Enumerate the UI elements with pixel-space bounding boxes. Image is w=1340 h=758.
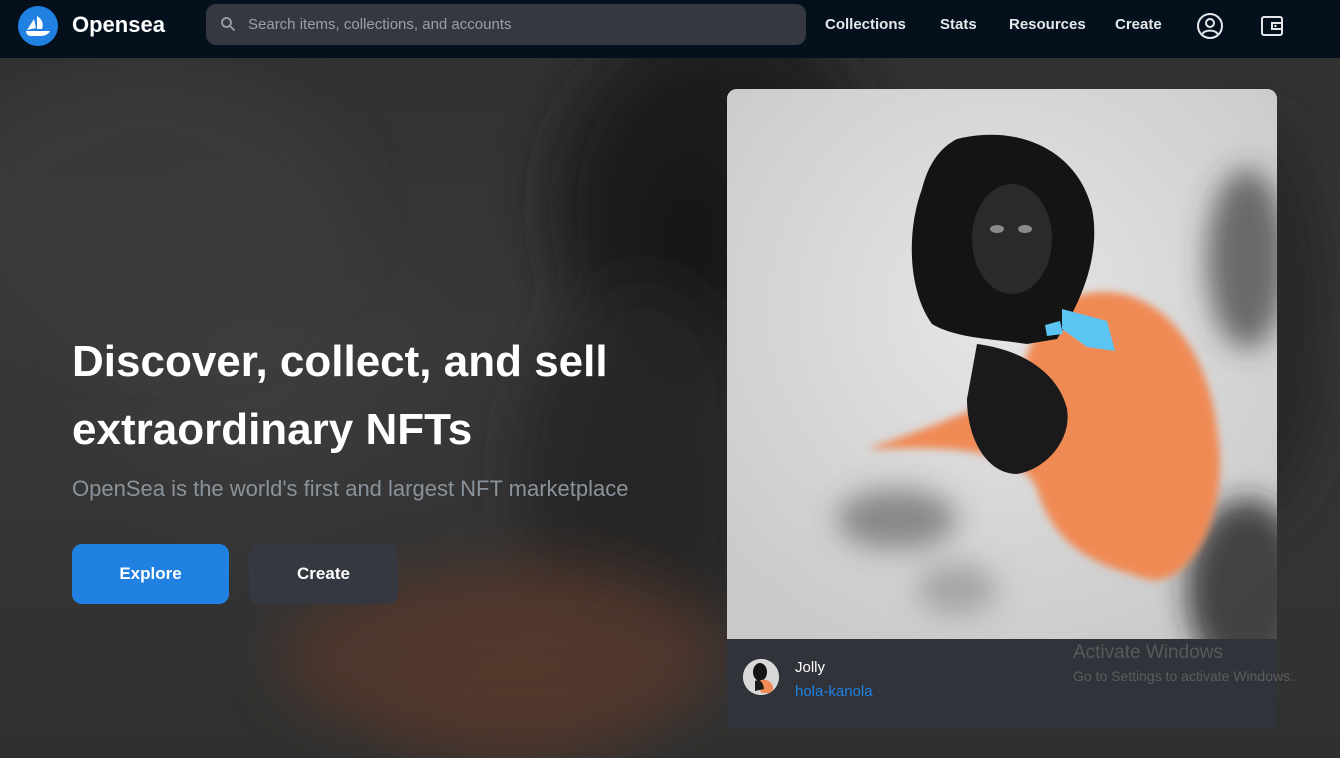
create-button[interactable]: Create — [249, 544, 398, 604]
wallet-icon[interactable] — [1258, 12, 1286, 40]
hero-headline: Discover, collect, and sell extraordinar… — [72, 328, 692, 464]
featured-nft-image[interactable] — [727, 89, 1277, 679]
search-input[interactable] — [248, 4, 788, 45]
creator-link[interactable]: hola-kanola — [795, 683, 873, 700]
search-bar[interactable] — [206, 4, 806, 45]
explore-button[interactable]: Explore — [72, 544, 229, 604]
hero-subtitle: OpenSea is the world's first and largest… — [72, 476, 629, 501]
top-navbar: Opensea Collections Stats Resources Crea… — [0, 0, 1340, 58]
brand-name[interactable]: Opensea — [72, 12, 165, 38]
nav-link-resources[interactable]: Resources — [1009, 16, 1086, 33]
search-icon — [220, 16, 236, 37]
account-icon[interactable] — [1196, 12, 1224, 40]
nft-name: Jolly — [795, 659, 826, 676]
featured-artwork — [727, 89, 1277, 679]
nav-link-stats[interactable]: Stats — [940, 16, 977, 33]
nav-link-create[interactable]: Create — [1115, 16, 1162, 33]
headline-line-1: Discover, collect, and sell — [72, 337, 608, 386]
windows-activation-watermark-subtitle: Go to Settings to activate Windows. — [1073, 668, 1294, 684]
opensea-logo-icon[interactable] — [18, 6, 58, 46]
headline-line-2: extraordinary NFTs — [72, 405, 473, 454]
windows-activation-watermark-title: Activate Windows — [1073, 642, 1223, 663]
nav-link-collections[interactable]: Collections — [825, 16, 906, 33]
featured-nft-card[interactable]: Jolly hola-kanola — [727, 89, 1277, 729]
creator-avatar[interactable] — [743, 659, 779, 695]
